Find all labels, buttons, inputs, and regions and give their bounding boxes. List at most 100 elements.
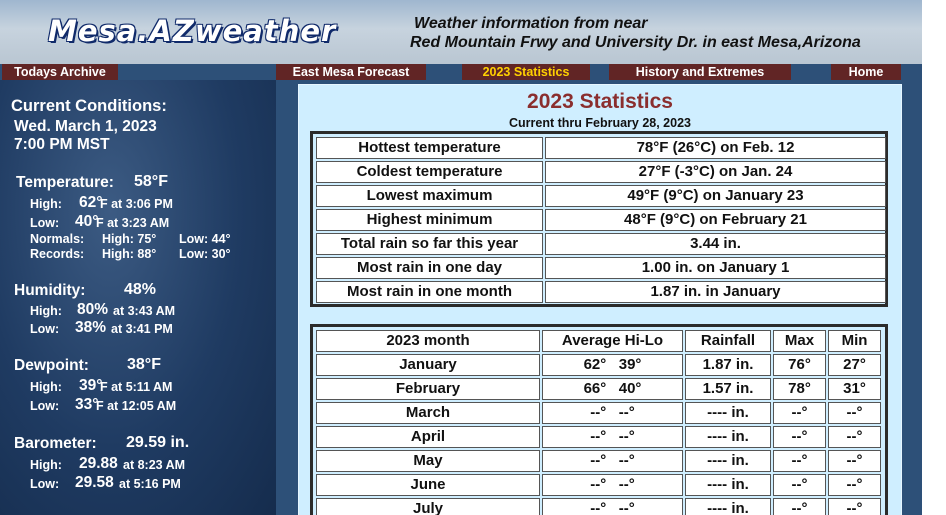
month-cell: July — [316, 498, 540, 515]
humidity-low-detail: at 3:41 PM — [111, 322, 173, 336]
normals-low: Low: 44° — [179, 232, 231, 246]
summary-value-cell: 1.00 in. on January 1 — [545, 257, 886, 279]
summary-label-cell: Hottest temperature — [316, 137, 543, 159]
dewpoint-high-value: 39° — [79, 377, 103, 394]
max-cell: 76° — [773, 354, 826, 376]
rainfall-header: Rainfall — [685, 330, 771, 352]
min-cell: 27° — [828, 354, 881, 376]
barometer-high-detail: at 8:23 AM — [123, 458, 186, 472]
barometer-low-detail: at 5:16 PM — [119, 477, 181, 491]
max-cell: 78° — [773, 378, 826, 400]
temp-high-value: 62° — [79, 194, 103, 211]
month-cell: June — [316, 474, 540, 496]
dewpoint-label: Dewpoint: — [14, 357, 89, 374]
min-cell: --° — [828, 474, 881, 496]
rainfall-cell: ---- in. — [685, 450, 771, 472]
nav-todays-archive[interactable]: Todays Archive — [2, 64, 118, 80]
site-header: Mesa.AZweather Weather information from … — [0, 0, 922, 65]
summary-label-cell: Most rain in one month — [316, 281, 543, 303]
rainfall-cell: ---- in. — [685, 402, 771, 424]
temp-high-label: High: — [30, 197, 62, 211]
max-cell: --° — [773, 426, 826, 448]
conditions-date: Wed. March 1, 2023 — [14, 118, 157, 135]
humidity-value: 48% — [124, 281, 157, 298]
humidity-low-label: Low: — [30, 322, 60, 336]
nav-history-and-extremes[interactable]: History and Extremes — [609, 64, 791, 80]
temperature-value: 58°F — [134, 173, 168, 190]
summary-value-cell: 49°F (9°C) on January 23 — [545, 185, 886, 207]
month-cell: January — [316, 354, 540, 376]
summary-label-cell: Lowest maximum — [316, 185, 543, 207]
rainfall-cell: ---- in. — [685, 498, 771, 515]
barometer-low-label: Low: — [30, 477, 60, 491]
summary-label-cell: Coldest temperature — [316, 161, 543, 183]
summary-value-cell: 3.44 in. — [545, 233, 886, 255]
average-hilo-cell: 66° 40° — [542, 378, 683, 400]
max-cell: --° — [773, 474, 826, 496]
min-cell: --° — [828, 426, 881, 448]
summary-value-cell: 48°F (9°C) on February 21 — [545, 209, 886, 231]
page-subtitle: Current thru February 28, 2023 — [508, 116, 691, 130]
month-header: 2023 month — [316, 330, 540, 352]
min-cell: --° — [828, 402, 881, 424]
site-tagline-1: Weather information from near — [414, 15, 648, 32]
max-header: Max — [773, 330, 826, 352]
dewpoint-low-label: Low: — [30, 399, 60, 413]
site-tagline-2: Red Mountain Frwy and University Dr. in … — [410, 34, 861, 51]
dewpoint-high-label: High: — [30, 380, 62, 394]
site-logo[interactable]: Mesa.AZweather — [48, 14, 336, 48]
dewpoint-low-detail: F at 12:05 AM — [96, 399, 177, 413]
dewpoint-low-value: 33° — [75, 396, 99, 413]
average-hilo-cell: --° --° — [542, 450, 683, 472]
conditions-heading: Current Conditions: — [11, 97, 167, 115]
nav-east-mesa-forecast[interactable]: East Mesa Forecast — [276, 64, 426, 80]
humidity-high-detail: at 3:43 AM — [113, 304, 176, 318]
barometer-high-label: High: — [30, 458, 62, 472]
average-hilo-cell: --° --° — [542, 402, 683, 424]
summary-value-cell: 27°F (-3°C) on Jan. 24 — [545, 161, 886, 183]
rainfall-cell: ---- in. — [685, 474, 771, 496]
dewpoint-high-detail: F at 5:11 AM — [100, 380, 173, 394]
nav-home[interactable]: Home — [831, 64, 901, 80]
rainfall-cell: 1.57 in. — [685, 378, 771, 400]
summary-label-cell: Highest minimum — [316, 209, 543, 231]
current-conditions-panel: Current Conditions: Wed. March 1, 2023 7… — [0, 80, 276, 515]
barometer-low-value: 29.58 — [75, 474, 114, 491]
window-edge — [922, 0, 946, 515]
humidity-low-value: 38% — [75, 319, 107, 336]
dewpoint-value: 38°F — [127, 356, 161, 373]
month-cell: May — [316, 450, 540, 472]
normals-label: Normals: — [30, 232, 85, 246]
average-hilo-header: Average Hi-Lo — [542, 330, 683, 352]
average-hilo-cell: --° --° — [542, 426, 683, 448]
monthly-table: 2023 month Average Hi-Lo Rainfall Max Min Jan… — [310, 324, 888, 515]
max-cell: --° — [773, 402, 826, 424]
conditions-time: 7:00 PM MST — [14, 136, 110, 153]
rainfall-cell: 1.87 in. — [685, 354, 771, 376]
min-cell: 31° — [828, 378, 881, 400]
statistics-panel: 2023 Statistics Current thru February 28… — [298, 84, 902, 515]
max-cell: --° — [773, 498, 826, 515]
normals-high: High: 75° — [102, 232, 157, 246]
average-hilo-cell: --° --° — [542, 498, 683, 515]
month-cell: March — [316, 402, 540, 424]
page-title: 2023 Statistics — [527, 90, 673, 113]
rainfall-cell: ---- in. — [685, 426, 771, 448]
min-header: Min — [828, 330, 881, 352]
min-cell: --° — [828, 450, 881, 472]
barometer-high-value: 29.88 — [79, 455, 118, 472]
summary-label-cell: Total rain so far this year — [316, 233, 543, 255]
temp-low-detail: F at 3:23 AM — [96, 216, 170, 230]
month-cell: April — [316, 426, 540, 448]
temp-low-value: 40° — [75, 213, 99, 230]
main-nav: Todays Archive East Mesa Forecast 2023 S… — [0, 64, 922, 80]
humidity-label: Humidity: — [14, 282, 86, 299]
average-hilo-cell: 62° 39° — [542, 354, 683, 376]
nav-2023-statistics[interactable]: 2023 Statistics — [462, 64, 590, 80]
records-label: Records: — [30, 247, 85, 261]
summary-label-cell: Most rain in one day — [316, 257, 543, 279]
summary-table: Hottest temperature 78°F (26°C) on Feb. 1… — [310, 131, 888, 307]
average-hilo-cell: --° --° — [542, 474, 683, 496]
month-cell: February — [316, 378, 540, 400]
temperature-label: Temperature: — [16, 174, 114, 191]
